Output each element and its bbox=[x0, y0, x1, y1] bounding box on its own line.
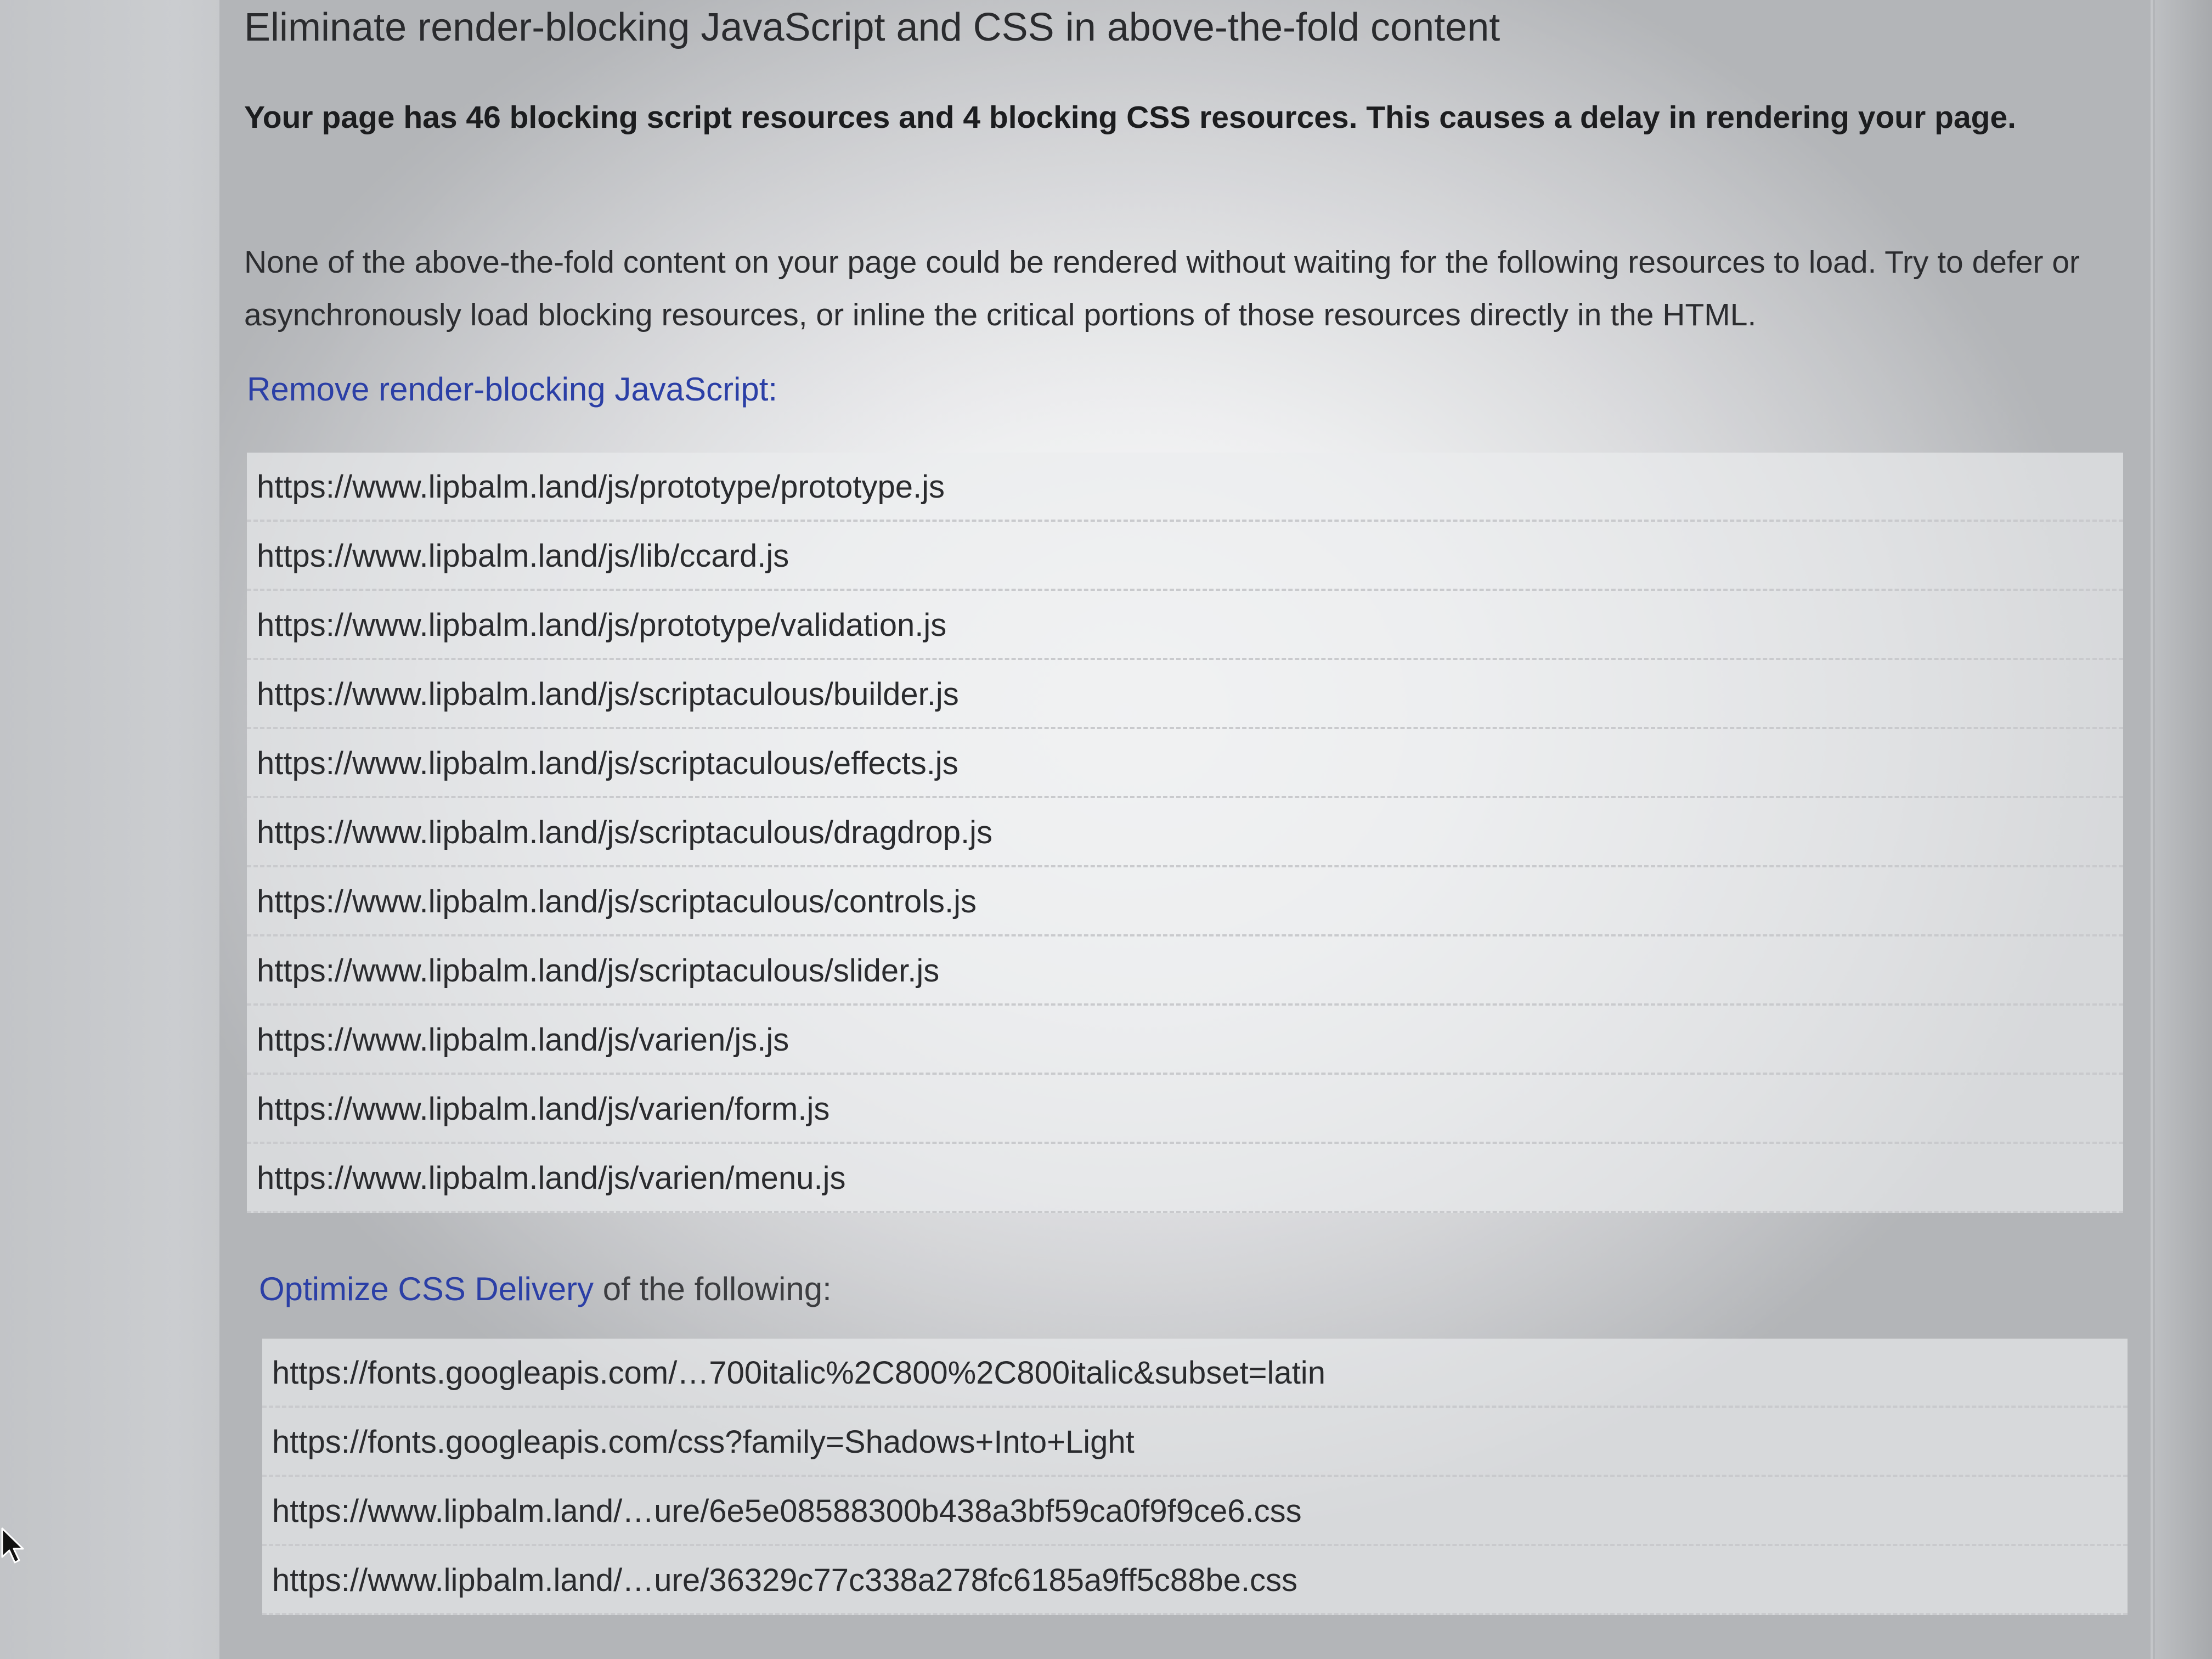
list-item: https://www.lipbalm.land/js/varien/form.… bbox=[247, 1075, 2123, 1144]
list-item: https://fonts.googleapis.com/…700italic%… bbox=[262, 1339, 2128, 1408]
list-item: https://www.lipbalm.land/…ure/36329c77c3… bbox=[262, 1546, 2128, 1615]
css-resource-list: https://fonts.googleapis.com/…700italic%… bbox=[262, 1339, 2128, 1615]
resource-url: https://www.lipbalm.land/js/lib/ccard.js bbox=[257, 538, 789, 574]
rule-description: None of the above-the-fold content on yo… bbox=[244, 245, 2080, 332]
css-heading-suffix: of the following: bbox=[594, 1271, 832, 1307]
mouse-pointer-icon bbox=[1, 1527, 24, 1564]
css-section-heading: Optimize CSS Delivery of the following: bbox=[259, 1267, 832, 1311]
list-item: https://www.lipbalm.land/js/prototype/pr… bbox=[247, 453, 2123, 522]
rule-title: Eliminate render-blocking JavaScript and… bbox=[244, 5, 1500, 49]
list-item: https://www.lipbalm.land/js/scriptaculou… bbox=[247, 867, 2123, 936]
resource-url: https://www.lipbalm.land/…ure/36329c77c3… bbox=[272, 1562, 1298, 1598]
resource-url: https://www.lipbalm.land/js/scriptaculou… bbox=[257, 884, 977, 919]
list-item: https://www.lipbalm.land/js/varien/menu.… bbox=[247, 1144, 2123, 1213]
list-item: https://www.lipbalm.land/…ure/6e5e085883… bbox=[262, 1477, 2128, 1546]
resource-url: https://www.lipbalm.land/js/varien/form.… bbox=[257, 1091, 830, 1127]
resource-url: https://www.lipbalm.land/js/varien/menu.… bbox=[257, 1160, 846, 1196]
list-item: https://www.lipbalm.land/js/scriptaculou… bbox=[247, 798, 2123, 867]
resource-url: https://www.lipbalm.land/js/scriptaculou… bbox=[257, 815, 993, 850]
remove-render-blocking-js-link[interactable]: Remove render-blocking JavaScript bbox=[247, 371, 768, 408]
left-gutter bbox=[0, 0, 219, 1659]
resource-url: https://fonts.googleapis.com/css?family=… bbox=[272, 1424, 1135, 1460]
list-item: https://www.lipbalm.land/js/scriptaculou… bbox=[247, 729, 2123, 798]
resource-url: https://www.lipbalm.land/…ure/6e5e085883… bbox=[272, 1493, 1302, 1529]
list-item: https://www.lipbalm.land/js/prototype/va… bbox=[247, 591, 2123, 660]
screen: Eliminate render-blocking JavaScript and… bbox=[0, 0, 2212, 1659]
list-item: https://www.lipbalm.land/js/varien/js.js bbox=[247, 1006, 2123, 1075]
js-resource-list: https://www.lipbalm.land/js/prototype/pr… bbox=[247, 453, 2123, 1213]
resource-url: https://www.lipbalm.land/js/prototype/va… bbox=[257, 607, 947, 643]
list-item: https://www.lipbalm.land/js/lib/ccard.js bbox=[247, 522, 2123, 591]
list-item: https://fonts.googleapis.com/css?family=… bbox=[262, 1408, 2128, 1477]
resource-url: https://www.lipbalm.land/js/varien/js.js bbox=[257, 1022, 789, 1058]
optimize-css-delivery-link[interactable]: Optimize CSS Delivery bbox=[259, 1271, 594, 1307]
js-section-heading: Remove render-blocking JavaScript: bbox=[247, 368, 777, 411]
panel-edge bbox=[2155, 0, 2212, 1659]
rule-summary: Your page has 46 blocking script resourc… bbox=[244, 100, 2017, 135]
list-item: https://www.lipbalm.land/js/scriptaculou… bbox=[247, 660, 2123, 729]
resource-url: https://www.lipbalm.land/js/scriptaculou… bbox=[257, 746, 958, 781]
resource-url: https://www.lipbalm.land/js/scriptaculou… bbox=[257, 953, 940, 989]
resource-url: https://www.lipbalm.land/js/prototype/pr… bbox=[257, 469, 945, 505]
resource-url: https://fonts.googleapis.com/…700italic%… bbox=[272, 1355, 1325, 1391]
resource-url: https://www.lipbalm.land/js/scriptaculou… bbox=[257, 676, 959, 712]
list-item: https://www.lipbalm.land/js/scriptaculou… bbox=[247, 936, 2123, 1006]
js-heading-colon: : bbox=[768, 371, 778, 408]
